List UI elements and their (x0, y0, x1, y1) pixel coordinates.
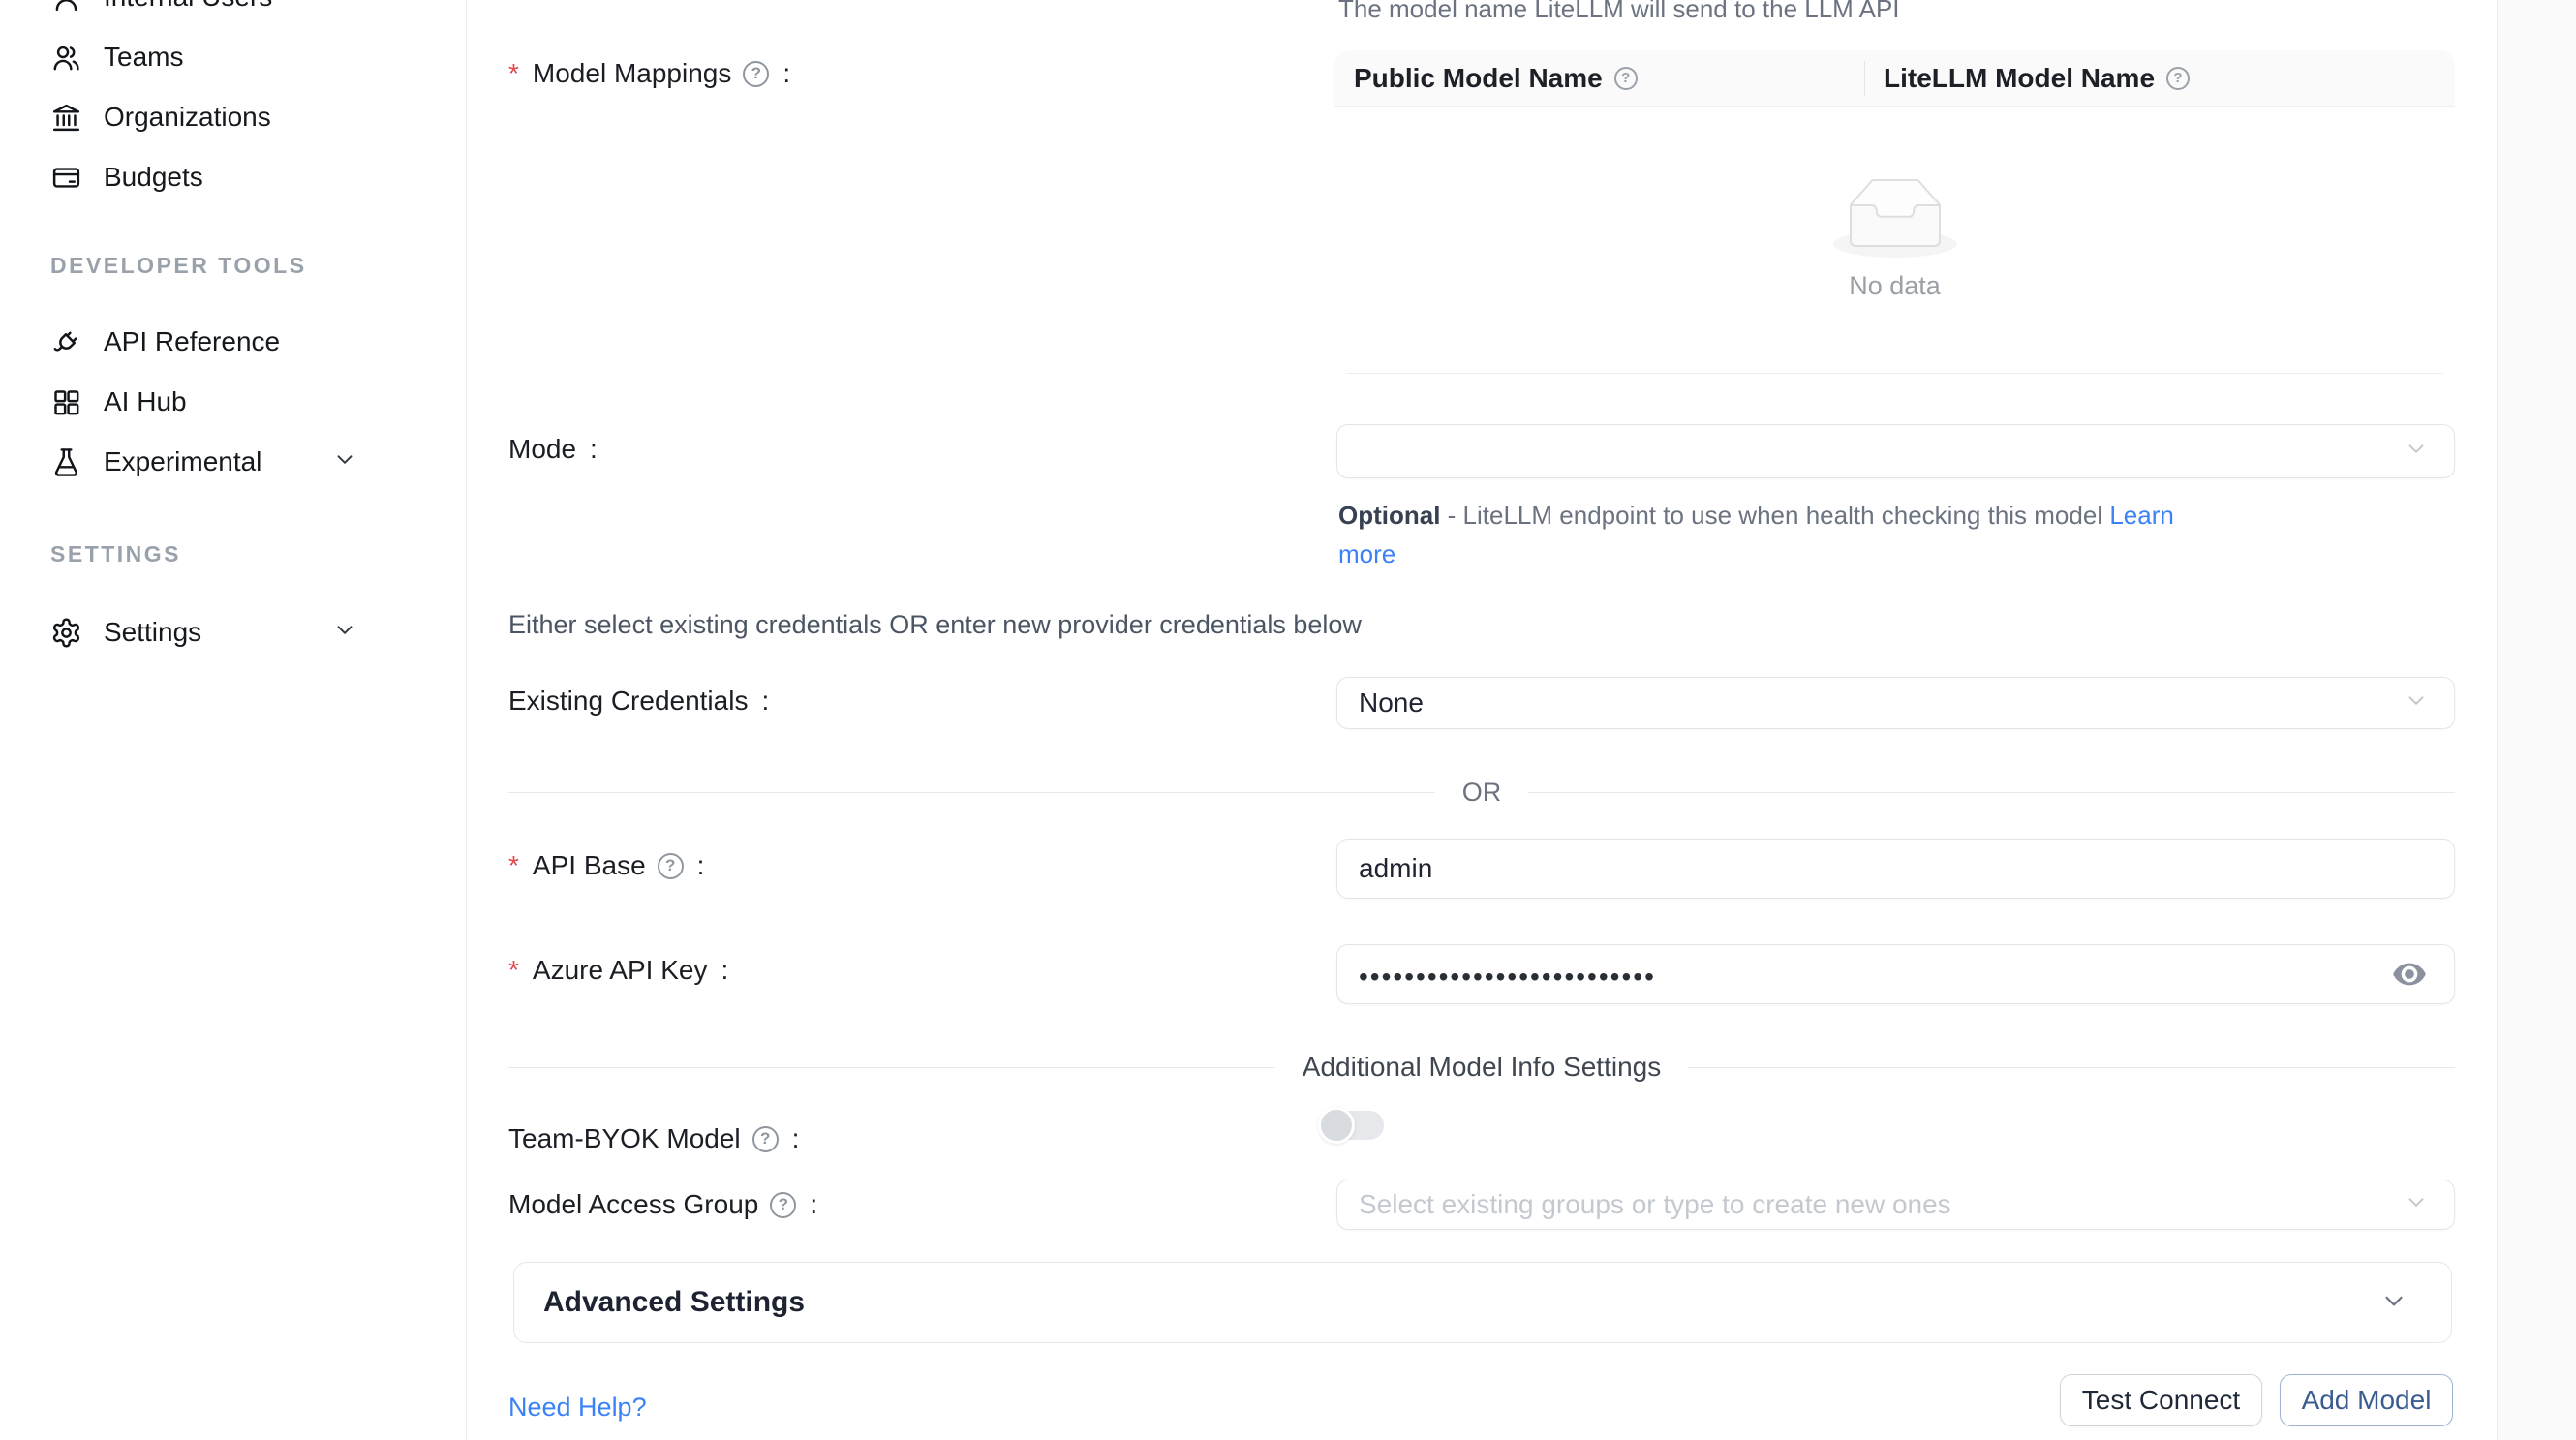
existing-credentials-value: None (1359, 688, 1424, 719)
table-empty-state: No data (1334, 107, 2455, 374)
gear-icon (50, 617, 82, 649)
sidebar-item-organizations[interactable]: Organizations (0, 87, 466, 147)
existing-credentials-select[interactable]: None (1336, 677, 2455, 729)
column-header-public-model-name: Public Model Name ? (1334, 50, 1864, 106)
mode-help-text: Optional - LiteLLM endpoint to use when … (1338, 496, 2174, 573)
learn-more-link[interactable]: more (1338, 539, 1395, 568)
sidebar-section-settings: SETTINGS (0, 535, 466, 573)
sidebar-item-label: AI Hub (104, 386, 187, 417)
toggle-thumb (1318, 1107, 1355, 1144)
chevron-down-icon (332, 446, 357, 478)
team-byok-toggle[interactable] (1322, 1111, 1384, 1140)
sidebar-item-label: Organizations (104, 102, 271, 133)
chevron-down-icon (2404, 688, 2429, 720)
credit-card-icon (50, 162, 82, 194)
need-help-link[interactable]: Need Help? (508, 1393, 647, 1423)
column-divider (1864, 61, 1865, 96)
learn-more-link[interactable]: Learn (2109, 501, 2174, 530)
advanced-settings-title: Advanced Settings (543, 1286, 805, 1319)
sidebar-item-api-reference[interactable]: API Reference (0, 312, 466, 372)
api-base-value: admin (1359, 853, 1432, 884)
azure-api-key-label: * Azure API Key : (508, 955, 728, 986)
table-header-row: Public Model Name ? LiteLLM Model Name ? (1334, 50, 2455, 107)
api-base-label: * API Base ? : (508, 850, 704, 881)
model-mappings-label: * Model Mappings ? : (508, 58, 790, 89)
users-icon (50, 42, 82, 74)
grid-icon (50, 386, 82, 418)
chevron-down-icon (332, 617, 357, 649)
flask-icon (50, 446, 82, 478)
page-right-gutter (2497, 0, 2576, 1440)
model-access-group-label: Model Access Group ? : (508, 1189, 817, 1220)
question-circle-icon[interactable]: ? (2166, 67, 2190, 90)
chevron-down-icon (2404, 436, 2429, 468)
sidebar-item-budgets[interactable]: Budgets (0, 147, 466, 207)
sidebar-item-label: Settings (104, 617, 201, 648)
bank-icon (50, 102, 82, 134)
existing-credentials-label: Existing Credentials : (508, 686, 769, 717)
question-circle-icon[interactable]: ? (743, 61, 769, 87)
add-model-button[interactable]: Add Model (2280, 1374, 2453, 1426)
question-circle-icon[interactable]: ? (770, 1192, 796, 1218)
sidebar: Internal Users Teams Organizations Budge… (0, 0, 467, 1440)
column-header-litellm-model-name: LiteLLM Model Name ? (1864, 50, 2455, 106)
sidebar-item-settings[interactable]: Settings (0, 602, 466, 662)
or-divider: OR (508, 771, 2455, 813)
required-asterisk: * (508, 850, 519, 881)
api-base-input[interactable]: admin (1336, 839, 2455, 899)
mode-select[interactable] (1336, 424, 2455, 478)
model-name-helper-text: The model name LiteLLM will send to the … (1338, 0, 1900, 24)
chevron-down-icon (2379, 1286, 2408, 1320)
sidebar-item-ai-hub[interactable]: AI Hub (0, 372, 466, 432)
chevron-down-icon (2404, 1189, 2429, 1221)
sidebar-item-internal-users[interactable]: Internal Users (0, 0, 466, 27)
empty-text: No data (1849, 271, 1941, 301)
required-asterisk: * (508, 955, 519, 986)
plug-icon (50, 326, 82, 358)
team-byok-label: Team-BYOK Model ? : (508, 1123, 799, 1154)
user-icon (50, 0, 82, 14)
additional-settings-divider: Additional Model Info Settings (508, 1046, 2455, 1088)
azure-api-key-input[interactable]: •••••••••••••••••••••••••• (1336, 944, 2455, 1004)
azure-api-key-value: •••••••••••••••••••••••••• (1359, 958, 1656, 991)
toggle-password-visibility-button[interactable] (2390, 955, 2429, 994)
eye-icon (2390, 955, 2429, 994)
sidebar-item-label: Teams (104, 42, 183, 73)
model-access-group-select[interactable]: Select existing groups or type to create… (1336, 1180, 2455, 1230)
empty-inbox-icon (1833, 178, 1957, 258)
question-circle-icon[interactable]: ? (752, 1126, 779, 1152)
credentials-note: Either select existing credentials OR en… (508, 610, 1362, 640)
model-mappings-table: Public Model Name ? LiteLLM Model Name ? (1334, 50, 2455, 374)
sidebar-item-label: Budgets (104, 162, 203, 193)
test-connect-button[interactable]: Test Connect (2060, 1374, 2262, 1426)
sidebar-item-label: Internal Users (104, 0, 272, 13)
sidebar-item-label: API Reference (104, 326, 280, 357)
model-access-group-placeholder: Select existing groups or type to create… (1359, 1189, 1951, 1220)
required-asterisk: * (508, 58, 519, 89)
question-circle-icon[interactable]: ? (658, 853, 684, 879)
question-circle-icon[interactable]: ? (1614, 67, 1638, 90)
sidebar-section-developer-tools: DEVELOPER TOOLS (0, 246, 466, 285)
sidebar-item-experimental[interactable]: Experimental (0, 432, 466, 492)
advanced-settings-panel[interactable]: Advanced Settings (513, 1262, 2452, 1343)
sidebar-item-teams[interactable]: Teams (0, 27, 466, 87)
sidebar-item-label: Experimental (104, 446, 261, 477)
mode-label: Mode : (508, 434, 598, 465)
